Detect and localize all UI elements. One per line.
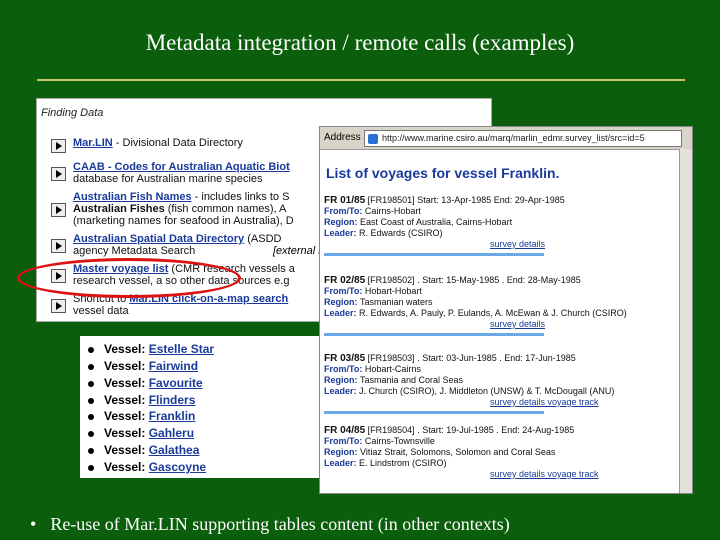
survey-details-link[interactable]: survey details <box>490 319 545 329</box>
marlin-link[interactable]: Mar.LIN <box>73 137 113 149</box>
slide-title: Metadata integration / remote calls (exa… <box>145 30 575 55</box>
scrollbar[interactable] <box>679 149 692 493</box>
vessel-link[interactable]: Estelle Star <box>149 342 214 356</box>
voyage-entry: FR 03/85 [FR198503] . Start: 03-Jun-1985… <box>324 353 684 414</box>
highlight-oval <box>17 258 241 298</box>
divider <box>324 333 544 336</box>
survey-details-link[interactable]: survey details voyage track <box>490 469 599 479</box>
finding-data-header: Finding Data <box>41 107 104 119</box>
arrow-icon[interactable] <box>51 299 66 313</box>
list-item: Vessel: Galathea <box>88 443 199 457</box>
voyage-entry: FR 01/85 [FR198501] Start: 13-Apr-1985 E… <box>324 195 684 256</box>
vessel-link[interactable]: Favourite <box>149 376 203 390</box>
bullet-text: Re-use of Mar.LIN supporting tables cont… <box>50 514 510 534</box>
survey-details-link[interactable]: survey details voyage track <box>490 397 599 407</box>
vessel-link[interactable]: Galathea <box>149 443 200 457</box>
vessel-link[interactable]: Gascoyne <box>149 460 206 474</box>
list-item: Vessel: Gascoyne <box>88 460 206 474</box>
vessel-link[interactable]: Franklin <box>149 409 196 423</box>
list-item: Vessel: Flinders <box>88 393 195 407</box>
list-item: Vessel: Gahleru <box>88 426 194 440</box>
address-bar: Address http://www.marine.csiro.au/marq/… <box>320 127 692 150</box>
caab-link[interactable]: CAAB - Codes for Australian Aquatic Biot <box>73 161 290 173</box>
address-label: Address <box>324 132 361 143</box>
page-icon <box>368 133 378 144</box>
divider <box>324 411 544 414</box>
survey-details-link[interactable]: survey details <box>490 239 545 249</box>
arrow-icon[interactable] <box>51 167 66 181</box>
voyage-entry: FR 02/85 [FR198502] . Start: 15-May-1985… <box>324 275 684 336</box>
vessel-link[interactable]: Flinders <box>149 393 196 407</box>
arrow-icon[interactable] <box>51 239 66 253</box>
fish-names-link[interactable]: Australian Fish Names <box>73 191 192 203</box>
arrow-icon[interactable] <box>51 139 66 153</box>
asdd-link[interactable]: Australian Spatial Data Directory <box>73 233 244 245</box>
vessel-link[interactable]: Gahleru <box>149 426 194 440</box>
bullet-glyph: • <box>30 514 37 534</box>
voyage-entry: FR 04/85 [FR198504] . Start: 19-Jul-1985… <box>324 425 599 479</box>
divider <box>324 253 544 256</box>
list-item: Vessel: Fairwind <box>88 359 198 373</box>
url-input[interactable]: http://www.marine.csiro.au/marq/marlin_e… <box>364 130 682 147</box>
page-title: List of voyages for vessel Franklin. <box>326 165 560 181</box>
arrow-icon[interactable] <box>51 203 66 217</box>
vessel-list-panel: Vessel: Estelle Star Vessel: Fairwind Ve… <box>80 336 330 478</box>
browser-window: Address http://www.marine.csiro.au/marq/… <box>319 126 693 494</box>
list-item: Vessel: Franklin <box>88 409 195 423</box>
list-item: Vessel: Estelle Star <box>88 342 214 356</box>
title-rule <box>37 79 685 81</box>
vessel-link[interactable]: Fairwind <box>149 359 198 373</box>
bullet-point: • Re-use of Mar.LIN supporting tables con… <box>30 514 510 535</box>
list-item: Vessel: Favourite <box>88 376 203 390</box>
